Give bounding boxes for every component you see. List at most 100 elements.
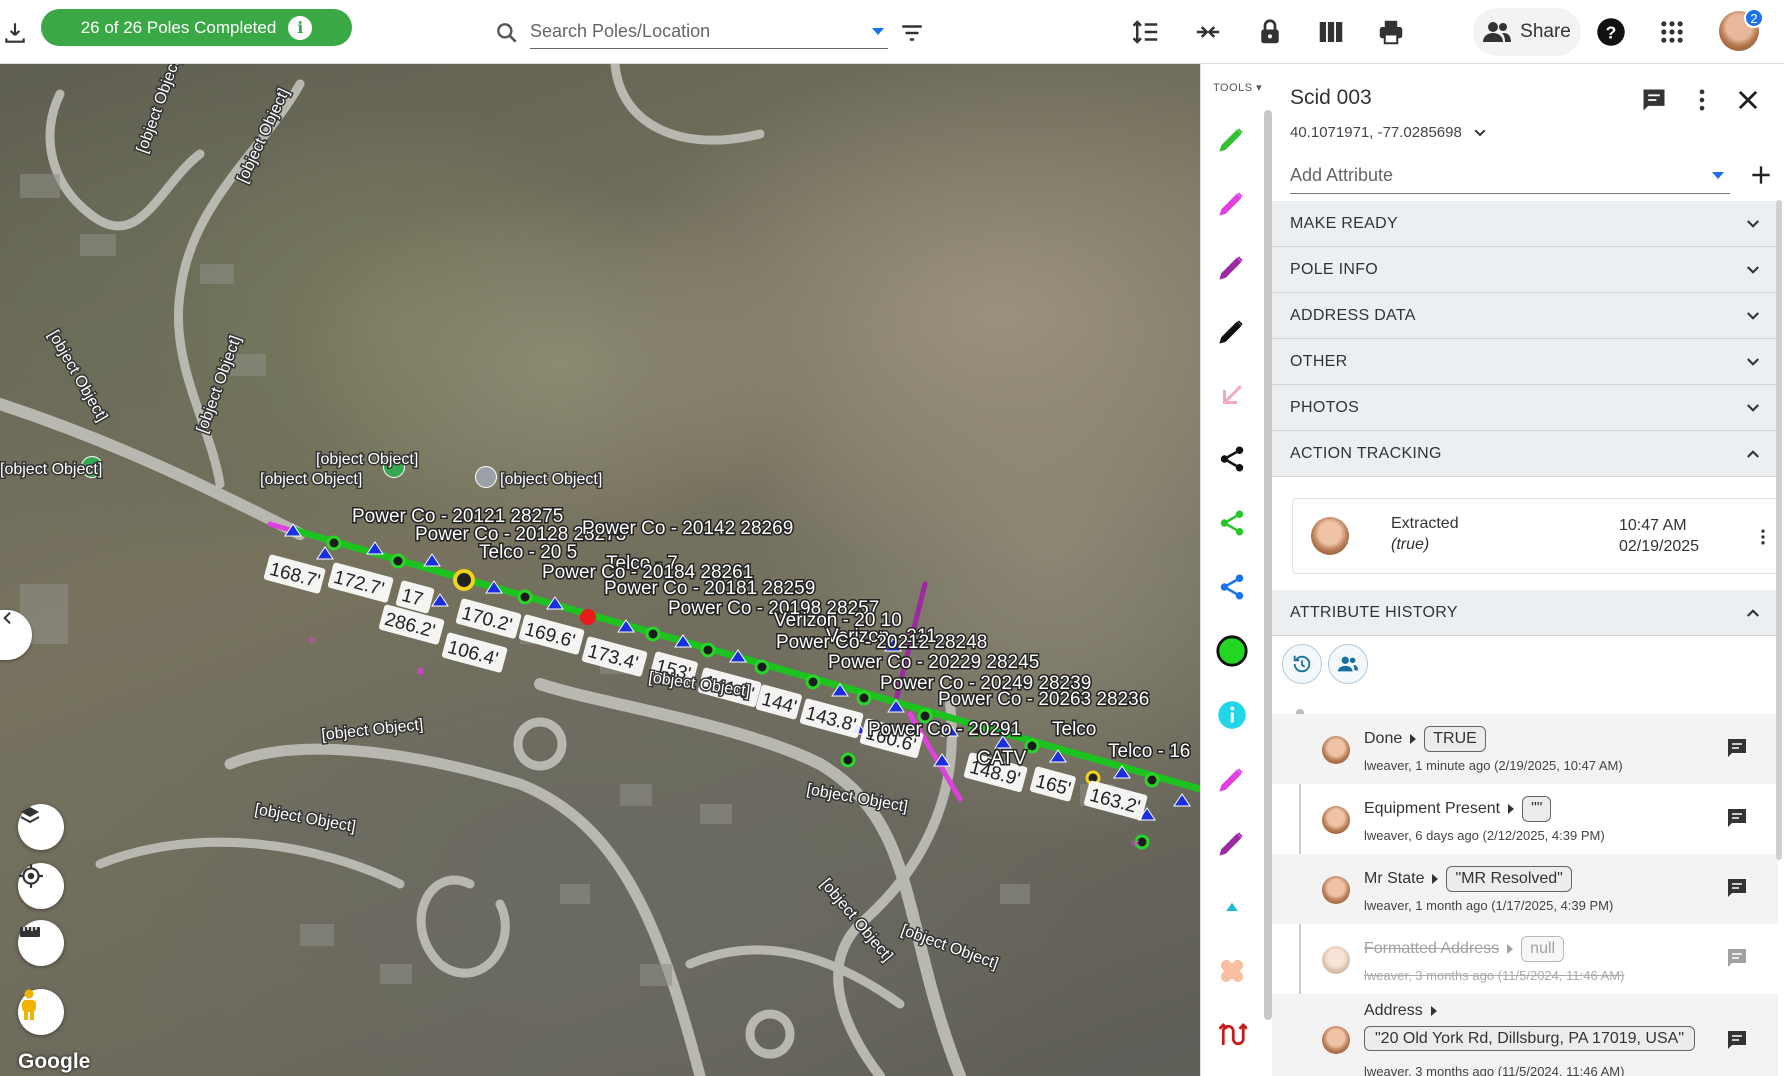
comment-icon[interactable] <box>1724 806 1750 830</box>
history-row: Done TRUE lweaver, 1 minute ago (2/19/20… <box>1272 714 1778 784</box>
pencil-icon <box>1219 128 1243 152</box>
lock-icon[interactable] <box>1255 17 1285 47</box>
add-attribute-wrapper <box>1290 158 1730 194</box>
collapse-arrows-icon[interactable] <box>1193 17 1223 47</box>
svg-text:[object Object]: [object Object] <box>899 922 1001 973</box>
pencil-magenta-tool-2[interactable] <box>1215 762 1249 796</box>
filter-icon[interactable] <box>899 20 925 46</box>
download-icon[interactable] <box>2 20 28 46</box>
pencil-purple-tool-2[interactable] <box>1215 826 1249 860</box>
pencil-green-tool[interactable] <box>1215 122 1249 156</box>
section-label: ACTION TRACKING <box>1290 444 1442 462</box>
share-green-tool[interactable] <box>1215 506 1249 540</box>
pencil-icon <box>1219 256 1243 280</box>
action-date: 02/19/2025 <box>1619 538 1700 555</box>
pencil-icon <box>1219 832 1243 856</box>
section-label: PHOTOS <box>1290 398 1360 416</box>
help-icon[interactable]: ? <box>1596 17 1626 47</box>
comment-icon[interactable] <box>1724 1028 1750 1052</box>
bandage-tool[interactable] <box>1215 954 1249 988</box>
ruler-icon <box>20 927 40 937</box>
share-blue-tool[interactable] <box>1215 570 1249 604</box>
pencil-magenta-tool[interactable] <box>1215 186 1249 220</box>
route-tool[interactable] <box>1215 1018 1249 1052</box>
close-icon[interactable] <box>1734 86 1762 114</box>
history-filter-button[interactable] <box>1282 644 1322 684</box>
svg-text:Telco: Telco <box>1052 719 1096 740</box>
attribute-name: Formatted Address <box>1364 940 1500 957</box>
attribute-value: "" <box>1522 796 1552 822</box>
pencil-purple-tool[interactable] <box>1215 250 1249 284</box>
green-circle-tool[interactable] <box>1215 634 1249 668</box>
bandage-icon <box>1221 960 1243 982</box>
share-button[interactable]: Share <box>1473 8 1581 56</box>
street-view-button[interactable] <box>18 989 64 1035</box>
history-icon <box>1293 655 1311 673</box>
layers-button[interactable] <box>18 804 64 850</box>
section-photos[interactable]: PHOTOS <box>1272 385 1778 431</box>
svg-text:[object Object]: [object Object] <box>316 451 418 468</box>
comment-icon[interactable] <box>1724 946 1750 970</box>
svg-text:[object Object]: [object Object] <box>45 328 111 425</box>
section-label: OTHER <box>1290 352 1348 370</box>
section-action-tracking[interactable]: ACTION TRACKING <box>1272 431 1778 477</box>
attribute-value: "20 Old York Rd, Dillsburg, PA 17019, US… <box>1364 1026 1696 1051</box>
my-location-button[interactable] <box>18 863 64 909</box>
tools-label[interactable]: TOOLS ▾ <box>1213 81 1262 94</box>
history-attribute: Done TRUE <box>1364 726 1486 752</box>
more-vert-icon[interactable] <box>1753 525 1773 549</box>
coordinates[interactable]: 40.1071971, -77.0285698 <box>1290 124 1488 141</box>
history-row: Address "20 Old York Rd, Dillsburg, PA 1… <box>1272 994 1778 1076</box>
svg-text:*: * <box>416 664 425 685</box>
triangle-tool[interactable] <box>1215 890 1249 924</box>
more-vert-icon[interactable] <box>1688 86 1716 114</box>
add-attribute-input[interactable] <box>1290 158 1690 192</box>
print-icon[interactable] <box>1376 17 1406 47</box>
plus-icon[interactable] <box>1748 162 1774 188</box>
search-poles-input[interactable] <box>530 14 850 48</box>
action-timestamp: 10:47 AM 02/19/2025 <box>1619 515 1699 557</box>
panel-scrollbar[interactable] <box>1776 200 1782 860</box>
svg-text:[object Object]: [object Object] <box>0 461 102 478</box>
svg-text:Telco - 16: Telco - 16 <box>1108 741 1190 762</box>
add-attribute-dropdown-icon[interactable] <box>1712 172 1724 179</box>
action-value: (true) <box>1391 536 1430 553</box>
comment-icon[interactable] <box>1640 86 1668 114</box>
chevron-down-icon <box>1747 266 1759 274</box>
top-toolbar: 26 of 26 Poles Completed i Share ? <box>0 0 1784 64</box>
section-attribute-history[interactable]: ATTRIBUTE HISTORY <box>1272 590 1778 636</box>
tools-scrollbar[interactable] <box>1264 110 1272 1020</box>
sort-height-icon[interactable] <box>1131 17 1161 47</box>
poles-completed-button[interactable]: 26 of 26 Poles Completed i <box>41 9 352 46</box>
people-icon <box>1483 22 1512 42</box>
info-tool[interactable] <box>1215 698 1249 732</box>
poles-completed-label: 26 of 26 Poles Completed <box>80 17 277 37</box>
pencil-black-tool[interactable] <box>1215 314 1249 348</box>
selected-pole[interactable] <box>453 569 475 591</box>
comment-icon[interactable] <box>1724 876 1750 900</box>
user-filter-button[interactable] <box>1328 644 1368 684</box>
triangle-right-icon <box>1430 1006 1437 1016</box>
section-make-ready[interactable]: MAKE READY <box>1272 201 1778 247</box>
chevron-down-icon <box>1474 129 1486 136</box>
arrow-tool[interactable] <box>1215 378 1249 412</box>
satellite-map[interactable]: * * * * 168.7' 172.7' 17 286.2' 170.2' 106.… <box>0 64 1200 1076</box>
share-nodes-icon <box>1220 446 1244 472</box>
section-label: ATTRIBUTE HISTORY <box>1290 603 1458 621</box>
flagged-pole[interactable] <box>580 609 596 625</box>
columns-icon[interactable] <box>1316 17 1346 47</box>
share-black-tool[interactable] <box>1215 442 1249 476</box>
section-other[interactable]: OTHER <box>1272 339 1778 385</box>
comment-icon[interactable] <box>1724 736 1750 760</box>
pencil-icon <box>1219 320 1243 344</box>
section-pole-info[interactable]: POLE INFO <box>1272 247 1778 293</box>
info-icon[interactable]: i <box>288 15 313 40</box>
avatar <box>1322 876 1350 904</box>
measure-button[interactable] <box>18 920 64 966</box>
history-attribute: Equipment Present "" <box>1364 796 1552 822</box>
svg-text:[object Object]: [object Object] <box>260 471 362 488</box>
apps-grid-icon[interactable] <box>1658 18 1686 46</box>
search-dropdown-icon[interactable] <box>872 28 884 35</box>
section-address-data[interactable]: ADDRESS DATA <box>1272 293 1778 339</box>
chevron-down-icon <box>1747 404 1759 412</box>
